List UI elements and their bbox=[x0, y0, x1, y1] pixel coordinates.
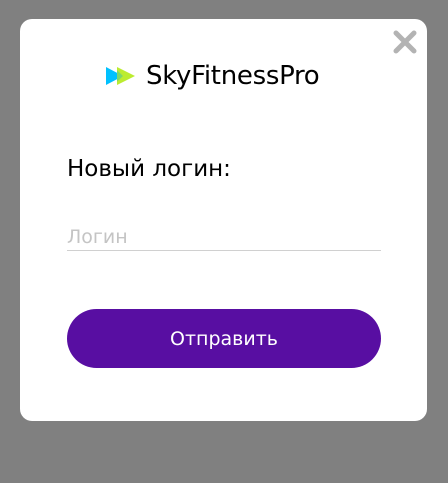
close-button[interactable] bbox=[392, 29, 418, 55]
logo-text: SkyFitnessPro bbox=[146, 61, 320, 91]
new-login-heading: Новый логин: bbox=[67, 156, 231, 182]
login-input[interactable] bbox=[67, 224, 381, 251]
logo: SkyFitnessPro bbox=[104, 59, 320, 93]
login-change-modal: SkyFitnessPro Новый логин: Отправить bbox=[20, 19, 427, 421]
close-icon bbox=[393, 30, 417, 54]
play-arrows-icon bbox=[104, 65, 138, 87]
submit-button[interactable]: Отправить bbox=[67, 309, 381, 368]
